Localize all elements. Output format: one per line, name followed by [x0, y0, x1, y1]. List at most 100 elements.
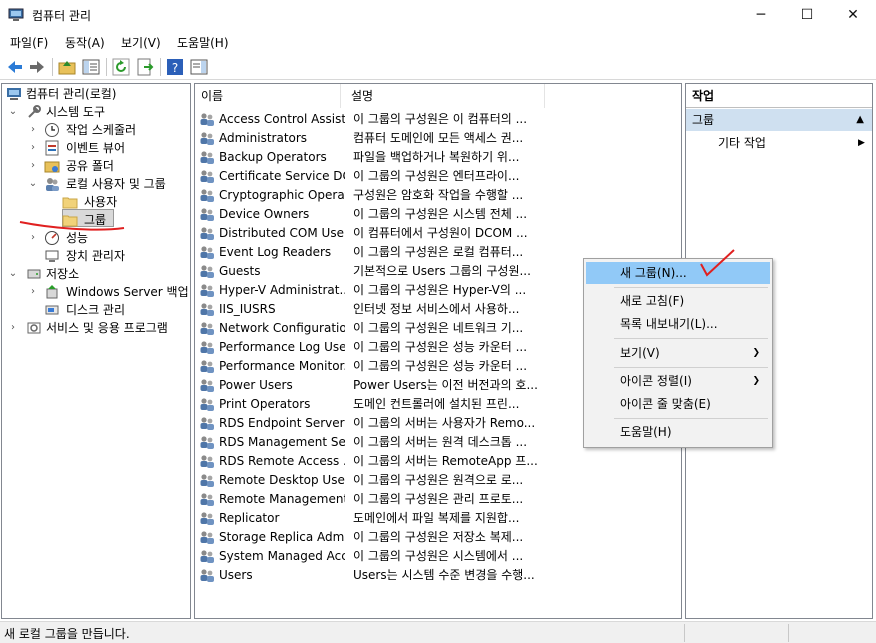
group-name: Hyper-V Administrat... — [219, 283, 345, 297]
group-name: Administrators — [219, 131, 308, 145]
back-icon[interactable] — [6, 58, 24, 76]
group-icon — [200, 303, 214, 316]
group-description: 인터넷 정보 서비스에서 사용하... — [353, 302, 520, 316]
group-description: 도메인 컨트롤러에 설치된 프린... — [353, 397, 520, 411]
window-title: 컴퓨터 관리 — [32, 9, 92, 23]
context-help[interactable]: 도움말(H) — [586, 421, 770, 443]
chevron-right-icon[interactable]: › — [28, 139, 38, 157]
group-name: Performance Monitor... — [219, 359, 345, 373]
group-name: System Managed Acc... — [219, 549, 345, 563]
forward-icon[interactable] — [28, 58, 46, 76]
group-icon — [200, 455, 214, 468]
group-description: 이 그룹의 구성원은 관리 프로토... — [353, 492, 524, 506]
chevron-right-icon[interactable]: › — [28, 283, 38, 301]
context-arrange-icons[interactable]: 아이콘 정렬(I) ❯ — [586, 370, 770, 392]
chevron-down-icon[interactable]: ⌄ — [8, 265, 18, 283]
svg-text:?: ? — [172, 61, 178, 75]
toolbar: ? — [0, 54, 876, 80]
chevron-right-icon[interactable]: › — [28, 121, 38, 139]
help-icon[interactable]: ? — [166, 58, 184, 76]
minimize-button[interactable]: ─ — [738, 0, 784, 31]
group-icon — [200, 227, 214, 240]
device-manager-icon — [45, 250, 59, 262]
status-text: 새 로컬 그룹을 만듭니다. — [4, 627, 130, 641]
chevron-right-icon[interactable]: › — [8, 319, 18, 337]
more-actions-item[interactable]: 기타 작업 — [718, 134, 766, 152]
group-icon — [200, 341, 214, 354]
chevron-down-icon[interactable]: ⌄ — [8, 103, 18, 121]
context-refresh[interactable]: 새로 고침(F) — [586, 290, 770, 312]
group-name: Remote Desktop Users — [219, 473, 345, 487]
chevron-down-icon[interactable]: ⌄ — [28, 175, 38, 193]
group-name: Access Control Assist... — [219, 112, 345, 126]
group-name: Power Users — [219, 378, 293, 392]
services-icon — [27, 322, 41, 334]
group-icon — [200, 550, 214, 563]
group-icon — [200, 284, 214, 297]
group-icon — [200, 379, 214, 392]
chevron-right-icon[interactable]: › — [28, 229, 38, 247]
group-description: 컴퓨터 도메인에 모든 액세스 권... — [353, 131, 524, 145]
group-name: IIS_IUSRS — [219, 302, 276, 316]
computer-management-icon — [7, 88, 21, 100]
folder-icon — [62, 215, 78, 227]
group-name: Replicator — [219, 511, 280, 525]
group-description: 이 그룹의 구성원은 네트워크 기... — [353, 321, 524, 335]
group-name: RDS Endpoint Servers — [219, 416, 345, 430]
maximize-button[interactable]: ☐ — [784, 0, 830, 31]
shared-folder-icon — [44, 161, 60, 173]
show-hide-tree-icon[interactable] — [82, 58, 100, 76]
group-description: 이 그룹의 구성원은 로컬 컴퓨터... — [353, 245, 524, 259]
column-header-name[interactable]: 이름 — [195, 84, 341, 108]
clock-icon — [45, 123, 59, 137]
show-hide-action-pane-icon[interactable] — [190, 58, 208, 76]
actions-section-groups[interactable]: 그룹 ▲ — [686, 109, 872, 131]
close-button[interactable]: ✕ — [830, 0, 876, 31]
menu-file[interactable]: 파일(F) — [10, 34, 48, 51]
menu-bar: 파일(F) 동작(A) 보기(V) 도움말(H) — [0, 31, 876, 53]
group-icon — [200, 474, 214, 487]
menu-view[interactable]: 보기(V) — [121, 34, 161, 51]
status-bar: 새 로컬 그룹을 만듭니다. — [0, 621, 876, 643]
submenu-arrow-icon: ❯ — [752, 348, 760, 358]
group-name: Users — [219, 568, 253, 582]
group-icon — [200, 398, 214, 411]
event-viewer-icon — [45, 140, 59, 156]
storage-icon — [27, 269, 41, 279]
group-name: Device Owners — [219, 207, 310, 221]
group-description: 기본적으로 Users 그룹의 구성원... — [353, 264, 531, 278]
chevron-right-icon[interactable]: › — [28, 157, 38, 175]
up-folder-icon[interactable] — [58, 58, 76, 76]
group-name: Storage Replica Admi... — [219, 530, 345, 544]
group-name: Distributed COM Users — [219, 226, 345, 240]
menu-action[interactable]: 동작(A) — [65, 34, 105, 51]
group-icon — [200, 417, 214, 430]
disk-icon — [45, 305, 59, 315]
navigation-tree[interactable]: 컴퓨터 관리(로컬) ⌄ 시스템 도구 › 작업 스케줄러 › 이벤트 뷰어 ›… — [1, 83, 191, 619]
group-description: 이 그룹의 구성원은 Hyper-V의 ... — [353, 283, 527, 297]
group-name: Certificate Service DC... — [219, 169, 345, 183]
context-menu: 새 그룹(N)... 새로 고침(F) 목록 내보내기(L)... 보기(V) … — [583, 258, 773, 448]
group-description: 이 그룹의 구성원은 저장소 복제... — [353, 530, 524, 544]
group-icon — [200, 512, 214, 525]
menu-help[interactable]: 도움말(H) — [177, 34, 229, 51]
group-description: 이 그룹의 구성원은 성능 카운터 ... — [353, 340, 528, 354]
context-line-up-icons[interactable]: 아이콘 줄 맞춤(E) — [586, 393, 770, 415]
group-icon — [200, 189, 214, 202]
group-description: 이 컴퓨터에서 구성원이 DCOM ... — [353, 226, 528, 240]
title-bar: 컴퓨터 관리 ─ ☐ ✕ — [0, 0, 876, 31]
column-header-description[interactable]: 설명 — [345, 84, 545, 108]
refresh-icon[interactable] — [112, 58, 130, 76]
group-name: Performance Log Users — [219, 340, 345, 354]
computer-management-icon — [8, 8, 24, 21]
collapse-icon[interactable]: ▲ — [856, 109, 864, 131]
group-icon — [200, 322, 214, 335]
context-view[interactable]: 보기(V) ❯ — [586, 342, 770, 364]
group-name: RDS Management Se... — [219, 435, 345, 449]
group-description: 이 그룹의 구성원은 엔터프라이... — [353, 169, 520, 183]
context-export-list[interactable]: 목록 내보내기(L)... — [586, 313, 770, 335]
group-description: 구성원은 암호화 작업을 수행할 ... — [353, 188, 524, 202]
group-description: 이 그룹의 서버는 원격 데스크톱 ... — [353, 435, 528, 449]
export-list-icon[interactable] — [136, 58, 154, 76]
context-new-group[interactable]: 새 그룹(N)... — [586, 262, 770, 284]
